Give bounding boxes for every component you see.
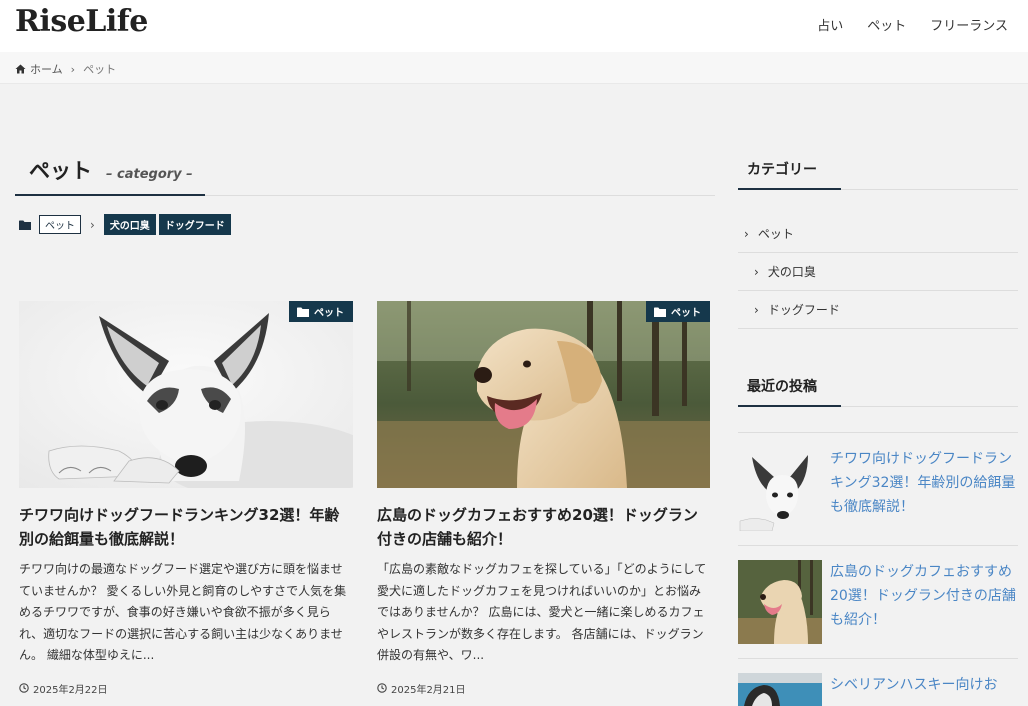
post-card[interactable]: ペット チワワ向けドッグフードランキング32選！年齢別の給餌量も徹底解説！ チワ… (19, 301, 353, 696)
post-date-text: 2025年2月21日 (391, 684, 466, 696)
recent-post-title[interactable]: 広島のドッグカフェおすすめ20選！ドッグラン付きの店舗も紹介！ (830, 560, 1018, 644)
folder-icon (19, 220, 31, 230)
site-logo[interactable]: RiseLife (15, 4, 148, 39)
folder-icon (654, 307, 666, 317)
badge-label: ペット (671, 308, 701, 319)
breadcrumb-home-link[interactable]: ホーム (30, 61, 63, 77)
recent-post-title[interactable]: シベリアンハスキー向けお (830, 673, 997, 706)
divider (738, 432, 1018, 433)
sidebar-category-list: › ペット › 犬の口臭 › ドッグフード (738, 215, 1018, 329)
page-subtitle: – category – (106, 167, 193, 182)
site-header: RiseLife 占い ペット フリーランス (0, 0, 1028, 52)
dog-photo-image (738, 673, 822, 706)
breadcrumb-bar: ホーム › ペット (0, 52, 1028, 84)
post-card[interactable]: ペット 広島のドッグカフェおすすめ20選！ドッグラン付きの店舗も紹介！ 「広島の… (377, 301, 710, 696)
post-date: 2025年2月22日 (19, 681, 353, 696)
recent-post-item[interactable]: 広島のドッグカフェおすすめ20選！ドッグラン付きの店舗も紹介！ (738, 560, 1018, 644)
divider (738, 658, 1018, 659)
chevron-right-icon: › (754, 302, 759, 317)
sidebar-item-label: 犬の口臭 (767, 265, 816, 279)
sidebar-categories-heading: カテゴリー (738, 158, 1018, 190)
post-title[interactable]: 広島のドッグカフェおすすめ20選！ドッグラン付きの店舗も紹介！ (377, 503, 710, 551)
global-nav: 占い ペット フリーランス (817, 15, 1008, 34)
dog-photo-image (738, 560, 822, 644)
sidebar-heading-label: 最近の投稿 (738, 375, 841, 407)
folder-icon (297, 307, 309, 317)
tag-child-dogfood[interactable]: ドッグフード (158, 214, 231, 235)
clock-icon (377, 683, 387, 693)
chevron-right-icon: › (744, 226, 749, 241)
badge-label: ペット (314, 308, 344, 319)
nav-item-pet[interactable]: ペット (867, 15, 906, 34)
dog-photo-image (377, 301, 710, 488)
clock-icon (19, 683, 29, 693)
sidebar-heading-label: カテゴリー (738, 158, 841, 190)
sidebar-item-label: ペット (757, 227, 794, 241)
post-date: 2025年2月21日 (377, 681, 710, 696)
sidebar-recent-heading: 最近の投稿 (738, 375, 1018, 407)
dog-photo-image (738, 447, 822, 531)
post-title[interactable]: チワワ向けドッグフードランキング32選！年齢別の給餌量も徹底解説！ (19, 503, 353, 551)
sidebar-item-breath[interactable]: › 犬の口臭 (738, 253, 1018, 291)
category-badge[interactable]: ペット (289, 301, 353, 322)
page-title: ペット (29, 159, 92, 183)
breadcrumb-current: ペット (83, 63, 117, 76)
tag-parent[interactable]: ペット (39, 215, 81, 234)
nav-item-uranai[interactable]: 占い (817, 15, 843, 34)
sidebar-item-label: ドッグフード (767, 303, 840, 317)
recent-post-item[interactable]: シベリアンハスキー向けお (738, 673, 1018, 706)
post-excerpt: チワワ向けの最適なドッグフード選定や選び方に頭を悩ませていませんか？ 愛くるしい… (19, 562, 347, 662)
post-thumbnail[interactable]: ペット (19, 301, 353, 488)
category-heading: ペット – category – (15, 150, 715, 196)
tag-child-breath[interactable]: 犬の口臭 (103, 214, 156, 235)
recent-post-item[interactable]: チワワ向けドッグフードランキング32選！年齢別の給餌量も徹底解説！ (738, 447, 1018, 531)
post-date-text: 2025年2月22日 (33, 684, 108, 696)
chevron-right-icon: › (70, 62, 76, 76)
post-thumbnail[interactable]: ペット (377, 301, 710, 488)
recent-post-thumbnail[interactable] (738, 560, 822, 644)
divider (738, 545, 1018, 546)
sidebar-item-dogfood[interactable]: › ドッグフード (738, 291, 1018, 329)
chevron-right-icon: › (754, 264, 759, 279)
category-badge[interactable]: ペット (646, 301, 710, 322)
breadcrumb: ホーム › ペット (15, 61, 116, 77)
category-tag-row: ペット › 犬の口臭 ドッグフード (19, 214, 231, 235)
dog-photo-image (19, 301, 353, 488)
nav-item-freelance[interactable]: フリーランス (930, 15, 1008, 34)
recent-post-thumbnail[interactable] (738, 673, 822, 706)
chevron-right-icon: › (90, 217, 95, 232)
recent-post-title[interactable]: チワワ向けドッグフードランキング32選！年齢別の給餌量も徹底解説！ (830, 447, 1018, 531)
sidebar-item-pet[interactable]: › ペット (738, 215, 1018, 253)
recent-post-thumbnail[interactable] (738, 447, 822, 531)
home-icon (15, 64, 26, 74)
post-excerpt: 「広島の素敵なドッグカフェを探している」「どのようにして愛犬に適したドッグカフェ… (377, 562, 707, 662)
